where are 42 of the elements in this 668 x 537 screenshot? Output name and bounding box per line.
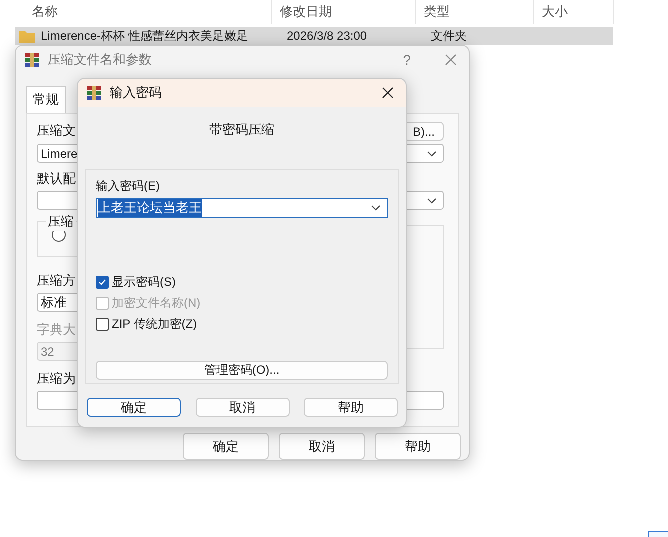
file-date: 2026/3/8 23:00 [286, 29, 368, 43]
chevron-down-icon [427, 198, 437, 204]
dialog-button[interactable]: 帮助 [304, 398, 398, 417]
help-button[interactable]: ? [403, 52, 411, 68]
field-label: 默认配 [37, 170, 76, 188]
dialog-button[interactable]: 取消 [196, 398, 290, 417]
column-header[interactable]: 大小 [534, 0, 614, 24]
chevron-down-icon [371, 205, 381, 211]
file-row[interactable]: Limerence-杯杯 性感蕾丝内衣美足嫩足 2026/3/8 23:00 文件夹 [15, 27, 613, 45]
field-label: 压缩为 [37, 370, 76, 388]
window-title: 压缩文件名和参数 [48, 51, 153, 69]
checkbox[interactable] [96, 318, 109, 331]
input-field[interactable] [404, 391, 444, 410]
column-header[interactable]: 类型 [416, 0, 534, 24]
field-label: 压缩文 [37, 122, 76, 140]
file-type: 文件夹 [430, 28, 467, 44]
tab[interactable]: 常规 [26, 86, 66, 113]
books-icon [86, 85, 102, 101]
field-label: 输入密码(E) [96, 178, 160, 195]
field-label: 压缩方 [37, 272, 76, 290]
dialog-button[interactable]: 帮助 [375, 433, 461, 460]
dialog-heading: 带密码压缩 [208, 121, 276, 139]
column-header[interactable]: 名称 [0, 0, 272, 24]
close-icon[interactable] [382, 87, 394, 99]
dialog-button[interactable]: 取消 [279, 433, 365, 460]
column-header[interactable]: 修改日期 [272, 0, 416, 24]
field-label: 字典大 [37, 321, 76, 339]
dialog-button[interactable]: 确定 [87, 398, 181, 417]
check-icon [98, 278, 107, 287]
browse-button[interactable]: B)... [404, 122, 444, 141]
group-label: 压缩 [46, 213, 76, 231]
books-icon [24, 52, 40, 68]
checkbox-option[interactable]: ZIP 传统加密(Z) [96, 316, 388, 333]
password-combo[interactable]: 上老王论坛当老王 [96, 198, 388, 218]
folder-icon [19, 30, 35, 42]
window-title: 输入密码 [110, 84, 163, 102]
dialog-button[interactable]: 确定 [183, 433, 269, 460]
file-name: Limerence-杯杯 性感蕾丝内衣美足嫩足 [40, 28, 250, 44]
manage-passwords-button[interactable]: 管理密码(O)... [96, 361, 388, 380]
checkbox[interactable] [96, 276, 109, 289]
chevron-down-icon [427, 150, 437, 156]
checkbox-option[interactable]: 显示密码(S) [96, 274, 388, 291]
